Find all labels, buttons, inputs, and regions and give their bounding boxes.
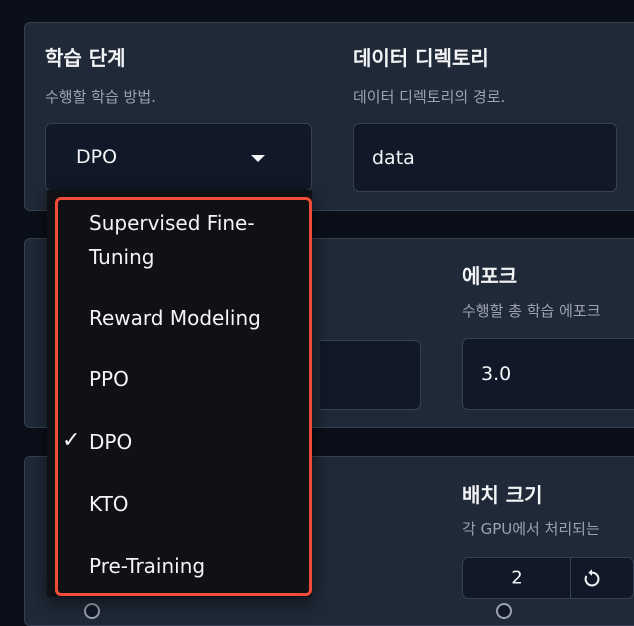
stage-description: 수행할 학습 방법. (45, 88, 156, 106)
divider (570, 558, 571, 598)
radio-button[interactable] (496, 603, 512, 619)
radio-button[interactable] (84, 603, 100, 619)
checkmark-icon: ✓ (62, 428, 81, 453)
epochs-description: 수행할 총 학습 에포크 (462, 302, 601, 320)
stage-dropdown-list: Supervised Fine- Tuning Reward Modeling … (47, 190, 312, 597)
reset-icon[interactable] (581, 568, 603, 590)
stage-selected-value: DPO (76, 146, 118, 168)
dropdown-option-kto[interactable]: KTO (47, 487, 312, 521)
dataset-dir-value: data (372, 146, 415, 169)
option-sft-line2: Tuning (89, 245, 155, 269)
dropdown-option-rm[interactable]: Reward Modeling (47, 301, 312, 335)
epochs-input[interactable]: 3.0 (462, 338, 634, 410)
dropdown-option-pt[interactable]: Pre-Training (47, 549, 312, 583)
dropdown-option-ppo[interactable]: PPO (47, 362, 312, 396)
dataset-dir-label: 데이터 디렉토리 (353, 46, 489, 70)
stage-label: 학습 단계 (45, 46, 126, 70)
stage-select[interactable]: DPO (45, 123, 312, 191)
batch-size-label: 배치 크기 (462, 483, 543, 507)
dropdown-option-sft[interactable]: Supervised Fine- Tuning (47, 206, 312, 274)
batch-size-value: 2 (511, 567, 523, 589)
dropdown-option-dpo[interactable]: DPO (47, 425, 312, 459)
option-sft-line1: Supervised Fine- (89, 211, 255, 235)
dataset-dir-input[interactable]: data (353, 123, 617, 192)
dataset-dir-description: 데이터 디렉토리의 경로. (353, 88, 506, 106)
batch-size-input[interactable]: 2 (462, 557, 634, 599)
epochs-value: 3.0 (481, 363, 512, 385)
batch-size-description: 각 GPU에서 처리되는 (462, 520, 600, 538)
chevron-down-icon (251, 155, 265, 162)
epochs-label: 에포크 (462, 264, 518, 288)
hidden-param-input[interactable] (320, 340, 421, 410)
